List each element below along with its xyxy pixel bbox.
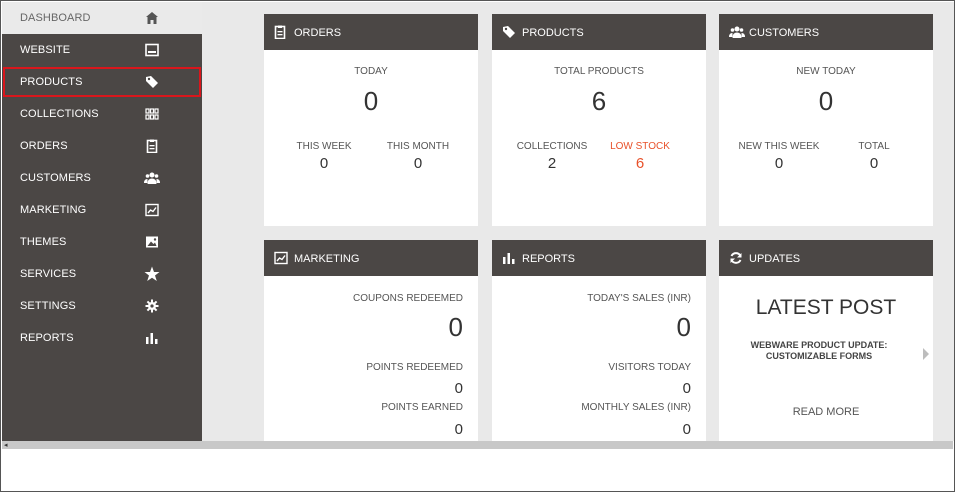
sidebar-item-label: ORDERS <box>20 140 68 152</box>
sidebar-item-services[interactable]: SERVICES <box>2 258 202 290</box>
sidebar-item-orders[interactable]: ORDERS <box>2 130 202 162</box>
sidebar-item-settings[interactable]: SETTINGS <box>2 290 202 322</box>
sidebar-item-dashboard[interactable]: DASHBOARD <box>2 2 202 34</box>
next-post-arrow-icon[interactable] <box>923 348 929 360</box>
orders-card-header[interactable]: ORDERS <box>264 14 478 50</box>
customers-card-header[interactable]: CUSTOMERS <box>719 14 933 50</box>
sidebar-item-label: REPORTS <box>20 332 74 344</box>
marketing-card: MARKETING COUPONS REDEEMED 0 POINTS REDE… <box>264 240 478 441</box>
customers-new-today-label: NEW TODAY <box>796 66 856 77</box>
sidebar-item-label: CUSTOMERS <box>20 172 91 184</box>
reports-monthly-value: 0 <box>682 421 691 438</box>
orders-card-title: ORDERS <box>294 27 342 39</box>
window-icon <box>144 42 160 58</box>
sidebar-item-products[interactable]: PRODUCTS <box>2 66 202 98</box>
sidebar-item-themes[interactable]: THEMES <box>2 226 202 258</box>
orders-week-label: THIS WEEK <box>296 141 352 152</box>
products-card-header[interactable]: PRODUCTS <box>492 14 706 50</box>
marketing-coupons-value: 0 <box>448 312 463 342</box>
reports-today-sales-label: TODAY'S SALES (INR) <box>587 293 691 304</box>
reports-monthly-label: MONTHLY SALES (INR) <box>581 402 691 413</box>
products-collections-value: 2 <box>547 155 557 172</box>
sidebar-item-label: DASHBOARD <box>20 12 91 24</box>
marketing-coupons-label: COUPONS REDEEMED <box>352 293 463 304</box>
reports-card-header[interactable]: REPORTS <box>492 240 706 276</box>
sidebar: DASHBOARD WEBSITE PRODUCTS COLLECTIONS O… <box>2 2 202 441</box>
products-lowstock-label[interactable]: LOW STOCK <box>600 141 680 152</box>
updates-card-title: UPDATES <box>749 253 801 265</box>
tag-icon <box>502 25 516 39</box>
products-card: PRODUCTS TOTAL PRODUCTS 6 COLLECTIONS 2 … <box>492 14 706 226</box>
reports-today-sales-value: 0 <box>676 312 691 342</box>
chart-icon <box>274 251 288 265</box>
marketing-points-earned-label: POINTS EARNED <box>381 402 463 413</box>
chart-icon <box>144 202 160 218</box>
customers-total-label: TOTAL <box>858 141 890 152</box>
reports-card: REPORTS TODAY'S SALES (INR) 0 VISITORS T… <box>492 240 706 441</box>
bar-chart-icon <box>502 251 516 265</box>
latest-post-title[interactable]: WEBWARE PRODUCT UPDATE: CUSTOMIZABLE FOR… <box>729 340 909 362</box>
clipboard-icon <box>144 138 160 154</box>
sidebar-item-label: SETTINGS <box>20 300 76 312</box>
marketing-points-earned-value: 0 <box>454 421 463 438</box>
customers-card: CUSTOMERS NEW TODAY 0 NEW THIS WEEK 0 TO… <box>719 14 933 226</box>
users-icon <box>144 170 160 186</box>
sidebar-item-marketing[interactable]: MARKETING <box>2 194 202 226</box>
gear-icon <box>144 298 160 314</box>
products-collections-label: COLLECTIONS <box>516 141 588 152</box>
products-lowstock-value[interactable]: 6 <box>600 155 680 172</box>
sidebar-item-label: THEMES <box>20 236 67 248</box>
sidebar-item-website[interactable]: WEBSITE <box>2 34 202 66</box>
latest-post-title-line2: CUSTOMIZABLE FORMS <box>765 351 873 361</box>
orders-today-value: 0 <box>363 86 379 116</box>
orders-card: ORDERS TODAY 0 THIS WEEK 0 THIS MONTH 0 <box>264 14 478 226</box>
sidebar-item-label: MARKETING <box>20 204 87 216</box>
latest-post-title-line1: WEBWARE PRODUCT UPDATE: <box>750 340 888 350</box>
latest-post-heading: LATEST POST <box>755 296 897 319</box>
refresh-icon <box>729 251 743 265</box>
image-icon <box>144 234 160 250</box>
tag-icon <box>144 74 160 90</box>
home-icon <box>144 10 160 26</box>
star-icon <box>144 266 160 282</box>
customers-new-week-value: 0 <box>774 155 784 172</box>
marketing-card-header[interactable]: MARKETING <box>264 240 478 276</box>
sidebar-item-customers[interactable]: CUSTOMERS <box>2 162 202 194</box>
orders-month-label: THIS MONTH <box>386 141 450 152</box>
users-icon <box>729 25 745 39</box>
orders-today-label: TODAY <box>354 66 388 77</box>
sidebar-item-label: SERVICES <box>20 268 77 280</box>
sidebar-item-label: COLLECTIONS <box>20 108 99 120</box>
orders-month-value: 0 <box>413 155 423 172</box>
sidebar-item-label: PRODUCTS <box>20 76 83 88</box>
products-card-title: PRODUCTS <box>522 27 584 39</box>
grid-icon <box>144 106 160 122</box>
bar-chart-icon <box>144 330 160 346</box>
marketing-points-redeemed-label: POINTS REDEEMED <box>366 362 463 373</box>
reports-card-title: REPORTS <box>522 253 575 265</box>
scroll-left-icon[interactable]: ◂ <box>4 441 8 449</box>
marketing-points-redeemed-value: 0 <box>454 380 463 397</box>
customers-card-title: CUSTOMERS <box>749 27 820 39</box>
customers-new-today-value: 0 <box>818 86 834 116</box>
updates-card: UPDATES LATEST POST WEBWARE PRODUCT UPDA… <box>719 240 933 441</box>
updates-card-header[interactable]: UPDATES <box>719 240 933 276</box>
sidebar-item-label: WEBSITE <box>20 44 71 56</box>
orders-week-value: 0 <box>319 155 329 172</box>
products-total-value: 6 <box>591 86 607 116</box>
horizontal-scrollbar[interactable]: ◂ <box>2 441 953 449</box>
products-total-label: TOTAL PRODUCTS <box>554 66 644 77</box>
clipboard-icon <box>274 25 288 40</box>
customers-total-value: 0 <box>869 155 879 172</box>
sidebar-item-reports[interactable]: REPORTS <box>2 322 202 354</box>
sidebar-item-collections[interactable]: COLLECTIONS <box>2 98 202 130</box>
reports-visitors-value: 0 <box>682 380 691 397</box>
customers-new-week-label: NEW THIS WEEK <box>738 141 820 152</box>
marketing-card-title: MARKETING <box>294 253 360 265</box>
reports-visitors-label: VISITORS TODAY <box>608 362 691 373</box>
read-more-link[interactable]: READ MORE <box>719 406 933 418</box>
